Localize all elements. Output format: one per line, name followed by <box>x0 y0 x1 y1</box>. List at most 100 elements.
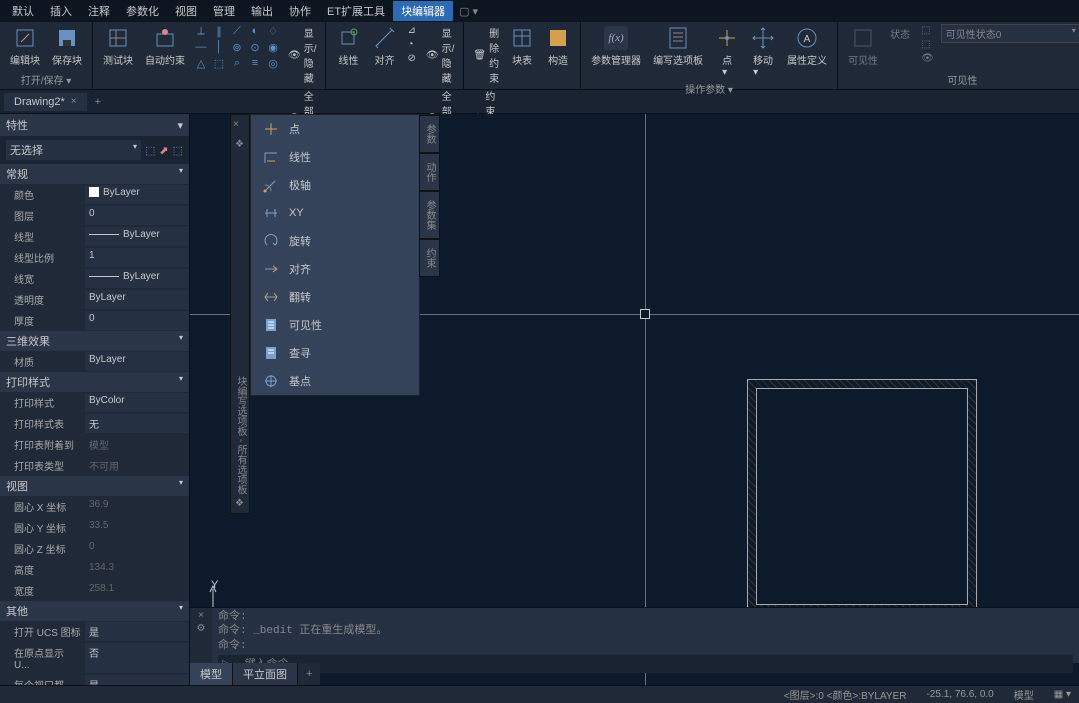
palette-item-basepoint[interactable]: 基点 <box>251 367 419 395</box>
palette-item-linear[interactable]: 线性 <box>251 143 419 171</box>
palette-side-tab[interactable]: 约束 <box>419 239 440 277</box>
show-hide-dim[interactable]: 👁显示/隐藏 <box>423 24 457 86</box>
prop-section-view[interactable]: 视图▾ <box>0 476 189 496</box>
palette-item-align[interactable]: 对齐 <box>251 255 419 283</box>
param-manager-button[interactable]: f(x)参数管理器 <box>587 24 645 69</box>
palette-item-lookup[interactable]: 查寻 <box>251 339 419 367</box>
status-layer-info[interactable]: <图层>:0 <颜色>:BYLAYER <box>780 687 911 702</box>
prop-value[interactable]: 0 <box>85 206 189 225</box>
constraint-icon[interactable]: ≡ <box>247 56 263 70</box>
constraint-icon[interactable]: ⟋ <box>229 24 245 38</box>
delete-constraint-button[interactable]: 🗑删除约束 <box>470 24 502 86</box>
menu-parametric[interactable]: 参数化 <box>118 1 167 21</box>
menubar-overflow[interactable]: ▢ ▾ <box>453 3 484 20</box>
palette-side-tab[interactable]: 动作 <box>419 153 440 191</box>
palette-side-tab[interactable]: 参数 <box>419 115 440 153</box>
constraint-icon[interactable]: ⌕ <box>229 56 245 70</box>
menu-output[interactable]: 输出 <box>243 1 281 21</box>
ribbon-group-params[interactable]: 操作参数 ▾ <box>587 80 831 96</box>
palette-pin-icon[interactable]: ❖ <box>235 498 244 509</box>
properties-menu-icon[interactable]: ▾ <box>177 119 183 132</box>
palette-side-tab[interactable]: 参数集 <box>419 191 440 239</box>
prop-value[interactable]: 0 <box>85 311 189 330</box>
status-grid-icon[interactable]: ▦ ▾ <box>1050 689 1075 700</box>
linear-dim-button[interactable]: 线性 <box>332 24 364 69</box>
dim-small-2[interactable]: ◔ <box>404 38 418 51</box>
prop-value[interactable]: ByLayer <box>85 290 189 309</box>
prop-value[interactable]: 否 <box>85 643 189 673</box>
prop-section-threed[interactable]: 三维效果▾ <box>0 331 189 351</box>
construct-button[interactable]: 构造 <box>542 24 574 69</box>
drawing-object-outer[interactable] <box>747 379 977 614</box>
constraint-icon[interactable]: ⊚ <box>229 40 245 54</box>
prop-value[interactable]: ByLayer <box>85 352 189 371</box>
menu-insert[interactable]: 插入 <box>42 1 80 21</box>
menu-default[interactable]: 默认 <box>4 1 42 21</box>
drawing-canvas[interactable]: × ❖ 块编写选项板 - 所有选项板 ❖ 点线性极轴XY旋转对齐翻转可见性查寻基… <box>190 114 1079 685</box>
constraint-icon[interactable]: ◐ <box>247 24 263 38</box>
menu-view[interactable]: 视图 <box>167 1 205 21</box>
vis-icon-2[interactable]: ⬚ <box>918 38 937 51</box>
add-layout-button[interactable]: + <box>298 665 320 683</box>
constraint-icon[interactable]: — <box>193 40 209 54</box>
write-palette-button[interactable]: 编写选项板 <box>649 24 707 69</box>
status-mode[interactable]: 模型 <box>1010 687 1038 702</box>
palette-item-visibility[interactable]: 可见性 <box>251 311 419 339</box>
ribbon-group-open-save[interactable]: 打开/保存 ▾ <box>6 71 86 87</box>
auto-constrain-button[interactable]: 自动约束 <box>141 24 189 69</box>
constraint-icon[interactable]: ⊙ <box>247 40 263 54</box>
prop-value[interactable]: ByLayer <box>85 227 189 246</box>
prop-value[interactable]: ByColor <box>85 393 189 412</box>
menu-block-editor[interactable]: 块编辑器 <box>393 1 453 21</box>
constraint-icon[interactable]: ⟂ <box>193 24 209 38</box>
palette-close-icon[interactable]: × <box>233 119 239 130</box>
prop-section-print[interactable]: 打印样式▾ <box>0 372 189 392</box>
block-table-button[interactable]: 块表 <box>506 24 538 69</box>
test-block-button[interactable]: 测试块 <box>99 24 137 69</box>
drawing-object-inner[interactable] <box>756 388 968 605</box>
add-tab-button[interactable]: + <box>87 93 109 111</box>
show-hide-button[interactable]: 👁显示/隐藏 <box>285 24 319 86</box>
prop-section-general[interactable]: 常规▾ <box>0 164 189 184</box>
menu-manage[interactable]: 管理 <box>205 1 243 21</box>
menu-collab[interactable]: 协作 <box>281 1 319 21</box>
constraint-icon[interactable]: ⬚ <box>211 56 227 70</box>
palette-item-polar[interactable]: 极轴 <box>251 171 419 199</box>
constraint-icon[interactable]: △ <box>193 56 209 70</box>
prop-value[interactable]: 无 <box>85 414 189 433</box>
move-action-button[interactable]: 移动▾ <box>747 24 779 80</box>
select-icon[interactable]: ⬈ <box>159 144 168 157</box>
constraint-icon[interactable]: ◉ <box>265 40 281 54</box>
palette-menu-icon[interactable]: ❖ <box>235 139 244 150</box>
visibility-state-button[interactable]: 状态 <box>886 24 914 43</box>
constraint-icon[interactable]: │ <box>211 40 227 54</box>
constraint-icon[interactable]: ∥ <box>211 24 227 38</box>
palette-item-xy[interactable]: XY <box>251 199 419 227</box>
edit-block-button[interactable]: 编辑块 <box>6 24 44 69</box>
prop-section-misc[interactable]: 其他▾ <box>0 601 189 621</box>
layout-tab[interactable]: 平立面图 <box>233 663 298 685</box>
command-input[interactable] <box>241 656 1073 672</box>
visibility-button[interactable]: 可见性 <box>844 24 882 69</box>
prop-value[interactable]: ByLayer <box>85 269 189 288</box>
close-icon[interactable]: × <box>71 96 77 107</box>
prop-value[interactable]: ByLayer <box>85 185 189 204</box>
save-block-button[interactable]: 保存块 <box>48 24 86 69</box>
align-dim-button[interactable]: 对齐 <box>368 24 400 69</box>
vis-icon-1[interactable]: ⬚ <box>918 24 937 37</box>
prop-value[interactable]: 1 <box>85 248 189 267</box>
constraint-icon[interactable]: ♢ <box>265 24 281 38</box>
visibility-state-combo[interactable]: 可见性状态0▾ <box>941 24 1079 43</box>
vis-icon-3[interactable]: 👁 <box>918 52 937 65</box>
palette-strip[interactable]: × ❖ 块编写选项板 - 所有选项板 ❖ <box>230 114 250 514</box>
quick-select-icon[interactable]: ⬚ <box>145 144 155 157</box>
model-tab[interactable]: 模型 <box>190 663 233 685</box>
dim-small-1[interactable]: ⊿ <box>404 24 418 37</box>
selection-combo[interactable]: 无选择▾ <box>6 140 141 160</box>
menu-annotate[interactable]: 注释 <box>80 1 118 21</box>
attr-def-button[interactable]: A属性定义 <box>783 24 831 69</box>
cmd-config-icon[interactable]: ⚙ <box>197 623 206 634</box>
constraint-icon[interactable]: ◎ <box>265 56 281 70</box>
filter-icon[interactable]: ⬚ <box>173 144 183 157</box>
doc-tab-drawing2[interactable]: Drawing2* × <box>4 93 87 111</box>
